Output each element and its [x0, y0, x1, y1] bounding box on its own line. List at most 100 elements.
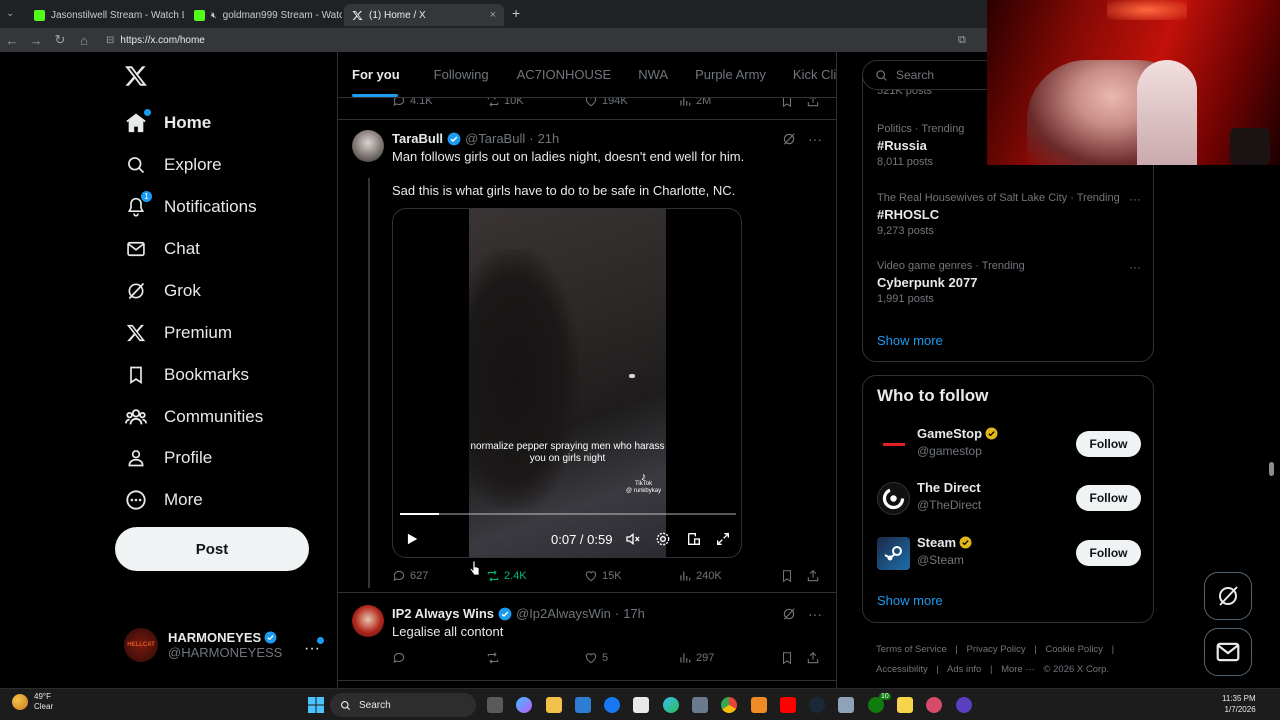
pip-icon[interactable] [686, 531, 702, 547]
obs-icon[interactable] [956, 697, 972, 713]
like-action[interactable]: 15K [584, 569, 678, 583]
sticky-notes-icon[interactable] [897, 697, 913, 713]
chrome-icon[interactable] [721, 697, 737, 713]
tweet-time[interactable]: 17h [623, 606, 645, 621]
bookmark-action[interactable] [780, 569, 806, 583]
like-action[interactable]: 5 [584, 651, 678, 665]
nav-grok[interactable]: Grok [124, 276, 201, 306]
footer-link[interactable]: More ··· [1001, 664, 1035, 675]
x-logo-icon[interactable] [124, 64, 148, 88]
home-button-icon[interactable]: ⌂ [72, 33, 96, 48]
weather-widget[interactable]: 49°F Clear [12, 692, 53, 712]
close-tab-icon[interactable]: × [490, 9, 496, 21]
back-icon[interactable]: ← [0, 33, 24, 48]
avatar[interactable] [352, 605, 384, 637]
follow-suggestion[interactable]: Steam @Steam Follow [877, 535, 1141, 573]
tab-purple-army[interactable]: Purple Army [695, 67, 766, 82]
grok-icon[interactable] [782, 607, 796, 621]
mute-icon[interactable]: 🔇︎ [211, 10, 217, 21]
trend-item[interactable]: The Real Housewives of Salt Lake City · … [877, 192, 1141, 237]
snipping-tool-icon[interactable] [926, 697, 942, 713]
taskbar-search[interactable]: Search [330, 693, 476, 717]
new-tab-button[interactable]: + [512, 5, 520, 21]
mute-icon[interactable] [625, 531, 641, 547]
repost-action[interactable] [486, 651, 584, 665]
nav-communities[interactable]: Communities [124, 402, 263, 432]
author-name[interactable]: TaraBull [392, 131, 443, 146]
views-action[interactable]: 297 [678, 651, 780, 665]
repost-action[interactable]: 2.4K [486, 569, 584, 583]
vlc-icon[interactable] [751, 697, 767, 713]
account-switcher[interactable]: HELLCAT HARMONEYES @HARMONEYESS [124, 628, 282, 662]
post-button[interactable]: Post [115, 527, 309, 571]
tweet-time[interactable]: 21h [538, 131, 560, 146]
reply-action[interactable] [392, 651, 486, 665]
page-scrollbar[interactable] [1269, 462, 1274, 476]
grok-icon[interactable] [782, 132, 796, 146]
more-options-icon[interactable]: ··· [808, 131, 822, 147]
views-action[interactable]: 240K [678, 569, 780, 583]
browser-tab-3[interactable]: (1) Home / X × [344, 4, 504, 26]
tab-list-button[interactable]: ⌄ [6, 8, 14, 19]
trend-more-icon[interactable]: ··· [1129, 192, 1141, 206]
nav-premium[interactable]: Premium [124, 318, 232, 348]
nav-profile[interactable]: Profile [124, 443, 212, 473]
show-more-trends-link[interactable]: Show more [877, 333, 943, 348]
follow-suggestion[interactable]: The Direct @TheDirect Follow [877, 480, 1141, 518]
nav-more[interactable]: More [124, 485, 203, 515]
browser-tab-2[interactable]: 🔇︎ goldman999 Stream - Watch L × [186, 4, 342, 26]
author-name[interactable]: IP2 Always Wins [392, 606, 494, 621]
tab-following[interactable]: Following [434, 67, 489, 82]
share-action[interactable] [806, 569, 820, 583]
video-progress-bar[interactable] [400, 513, 736, 515]
steam-icon[interactable] [809, 697, 825, 713]
site-info-icon[interactable]: ⊟ [106, 35, 114, 46]
more-options-icon[interactable]: ··· [808, 606, 822, 622]
tab-kick-clips[interactable]: Kick Clips [793, 67, 836, 82]
nav-chat[interactable]: Chat [124, 234, 200, 264]
forward-icon[interactable]: → [24, 33, 48, 48]
follow-button[interactable]: Follow [1076, 485, 1141, 511]
edge-icon[interactable] [663, 697, 679, 713]
author-handle[interactable]: @TaraBull [465, 131, 525, 146]
copilot-icon[interactable] [516, 697, 532, 713]
tab-ac7ionhouse[interactable]: AC7IONHOUSE [517, 67, 612, 82]
share-action[interactable] [806, 651, 820, 665]
apps-icon[interactable]: ⧉ [958, 34, 966, 47]
tab-for-you[interactable]: For you [352, 67, 400, 82]
url-field[interactable]: ⊟ https://x.com/home [106, 35, 205, 46]
start-button[interactable] [308, 697, 324, 713]
tab-nwa[interactable]: NWA [638, 67, 668, 82]
footer-link[interactable]: Ads info [947, 664, 981, 675]
author-handle[interactable]: @Ip2AlwaysWin [516, 606, 611, 621]
nav-home[interactable]: Home [124, 108, 211, 138]
fullscreen-icon[interactable] [715, 531, 731, 547]
grok-floating-button[interactable] [1204, 572, 1252, 620]
nav-explore[interactable]: Explore [124, 150, 222, 180]
play-icon[interactable] [405, 532, 419, 546]
footer-link[interactable]: Accessibility [876, 664, 928, 675]
store-icon[interactable] [575, 697, 591, 713]
file-explorer-icon[interactable] [546, 697, 562, 713]
footer-link[interactable]: Terms of Service [876, 644, 947, 655]
follow-suggestion[interactable]: GameStop @gamestop Follow [877, 426, 1141, 464]
show-more-follow-link[interactable]: Show more [877, 593, 943, 608]
trend-item[interactable]: Video game genres · Trending Cyberpunk 2… [877, 260, 1141, 305]
bookmark-action[interactable] [780, 651, 806, 665]
browser-tab-1[interactable]: Jasonstilwell Stream - Watch Live o × [26, 4, 184, 26]
amazon-icon[interactable] [633, 697, 649, 713]
video-player[interactable]: normalize pepper spraying men who harass… [392, 208, 742, 558]
app-icon[interactable] [838, 697, 854, 713]
footer-link[interactable]: Privacy Policy [967, 644, 1026, 655]
nav-bookmarks[interactable]: Bookmarks [124, 360, 249, 390]
settings-icon[interactable] [655, 531, 671, 547]
trend-more-icon[interactable]: ··· [1129, 260, 1141, 274]
messages-floating-button[interactable] [1204, 628, 1252, 676]
calculator-icon[interactable] [692, 697, 708, 713]
youtube-icon[interactable] [780, 697, 796, 713]
avatar[interactable] [352, 130, 384, 162]
reload-icon[interactable]: ↻ [48, 32, 72, 48]
footer-link[interactable]: Cookie Policy [1045, 644, 1103, 655]
follow-button[interactable]: Follow [1076, 431, 1141, 457]
task-view-icon[interactable] [487, 697, 503, 713]
